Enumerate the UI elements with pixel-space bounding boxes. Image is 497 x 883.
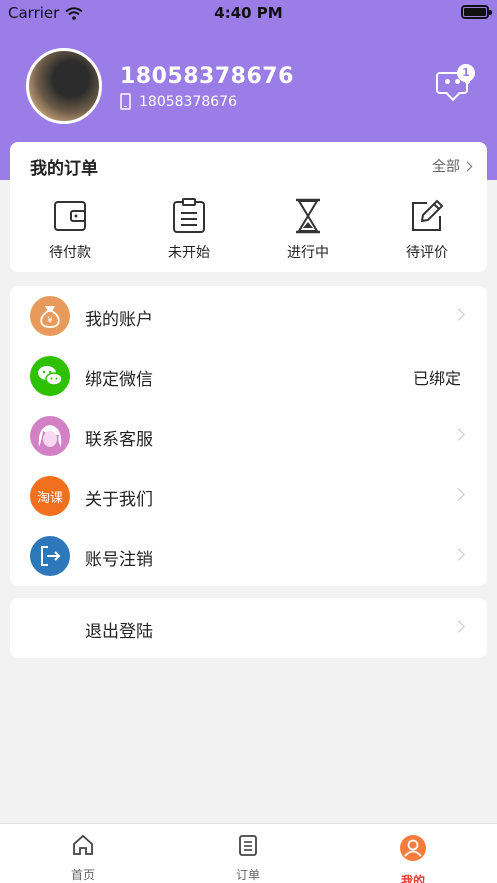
orders-view-all-link[interactable]: 全部 [432, 156, 473, 176]
order-status-in-progress[interactable]: 进行中 [258, 198, 358, 262]
menu-item-contact-support[interactable]: 联系客服 [10, 406, 487, 466]
menu-item-bind-wechat[interactable]: 绑定微信 已绑定 [10, 346, 487, 406]
orders-all-label: 全部 [432, 159, 460, 175]
tab-home[interactable]: 首页 [38, 834, 128, 883]
logout-button[interactable]: 退出登陆 [10, 598, 487, 658]
profile-phone: 18058378676 [120, 93, 237, 110]
status-bar: Carrier 4:40 PM [0, 0, 497, 26]
home-icon [73, 834, 93, 855]
tab-label: 订单 [235, 868, 260, 882]
logout-label: 退出登陆 [85, 622, 153, 642]
avatar[interactable] [26, 48, 102, 124]
chevron-right-icon [452, 428, 465, 441]
taoke-logo-icon: 淘课 [30, 476, 70, 516]
menu-card: ¥ 我的账户 绑定微信 已绑定 联系客服 淘课 关于我们 账号注销 [10, 286, 487, 586]
money-bag-icon: ¥ [30, 296, 70, 336]
menu-item-delete-account[interactable]: 账号注销 [10, 526, 487, 586]
phone-icon [120, 93, 131, 110]
chevron-right-icon [452, 548, 465, 561]
user-icon [400, 835, 426, 861]
order-status-label: 进行中 [287, 245, 329, 261]
order-status-label: 未开始 [168, 245, 210, 261]
wallet-icon [54, 201, 86, 231]
menu-item-label: 账号注销 [85, 550, 153, 570]
menu-item-label: 联系客服 [85, 430, 153, 450]
clock: 4:40 PM [214, 4, 283, 22]
menu-item-label: 关于我们 [85, 490, 153, 510]
bottom-tab-bar: 首页 订单 我的 [0, 823, 497, 883]
profile-name: 18058378676 [120, 64, 294, 89]
svg-text:¥: ¥ [47, 316, 53, 326]
order-status-pending-payment[interactable]: 待付款 [20, 198, 120, 262]
tab-orders[interactable]: 订单 [203, 834, 293, 883]
orders-title: 我的订单 [30, 159, 98, 179]
logout-card: 退出登陆 [10, 598, 487, 658]
message-count-badge: 1 [457, 64, 475, 82]
order-list-icon [239, 835, 257, 856]
tab-label: 我的 [400, 874, 425, 883]
chevron-right-icon [452, 620, 465, 633]
chevron-right-icon [452, 488, 465, 501]
edit-icon [412, 199, 444, 231]
hourglass-icon [296, 198, 320, 234]
menu-item-label: 我的账户 [85, 310, 153, 330]
menu-item-label: 绑定微信 [85, 370, 153, 390]
tab-label: 首页 [70, 868, 95, 882]
menu-item-my-account[interactable]: ¥ 我的账户 [10, 286, 487, 346]
exit-icon [30, 536, 70, 576]
menu-item-about-us[interactable]: 淘课 关于我们 [10, 466, 487, 526]
order-status-to-review[interactable]: 待评价 [377, 198, 477, 262]
wechat-bound-status: 已绑定 [412, 369, 461, 388]
order-status-not-started[interactable]: 未开始 [139, 198, 239, 262]
orders-card: 我的订单 全部 待付款 未开始 进行中 待评价 [10, 142, 487, 272]
chevron-right-icon [462, 161, 473, 171]
tab-mine[interactable]: 我的 [368, 834, 458, 883]
chevron-right-icon [452, 308, 465, 321]
battery-icon [461, 5, 492, 19]
clipboard-icon [173, 198, 205, 233]
profile-phone-number: 18058378676 [139, 93, 237, 110]
order-status-label: 待付款 [49, 245, 91, 261]
order-status-label: 待评价 [406, 245, 448, 261]
support-agent-icon [30, 416, 70, 456]
wechat-icon [30, 356, 70, 396]
